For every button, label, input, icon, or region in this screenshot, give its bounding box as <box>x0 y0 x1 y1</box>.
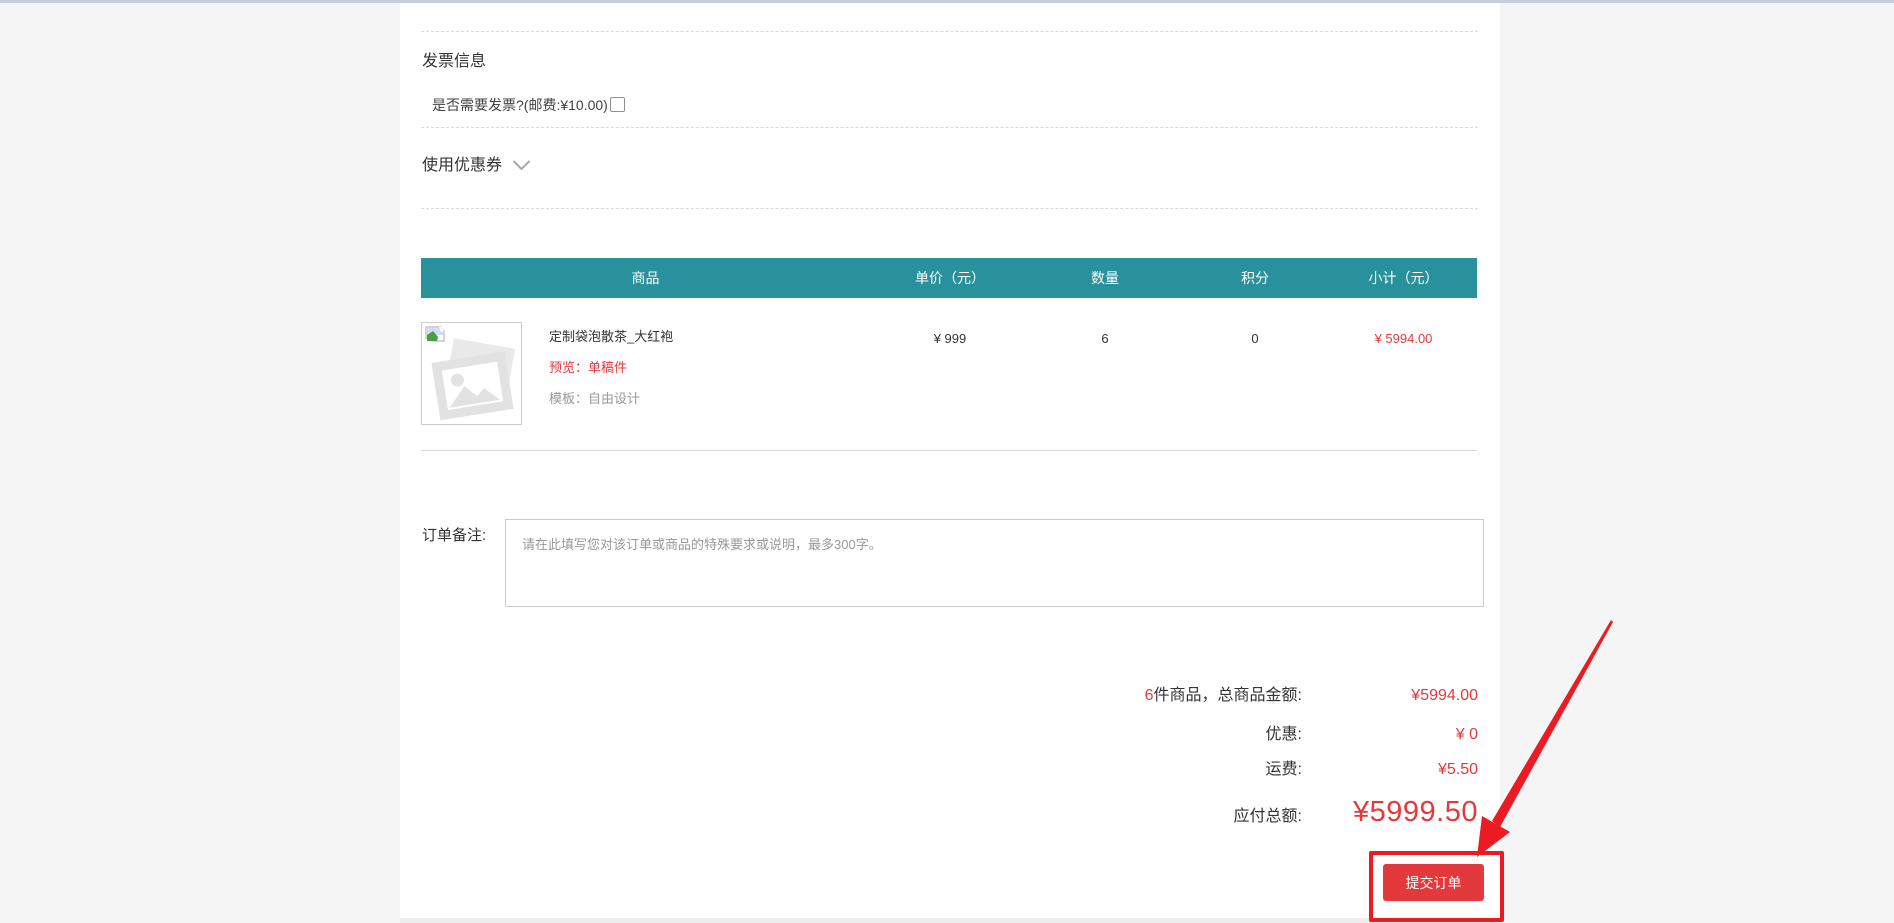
content-bottom-strip <box>400 918 1500 923</box>
grand-total-value: ¥5999.50 <box>1302 796 1478 829</box>
goods-cell: 定制袋泡散茶_大红袍 预览：单稿件 模板：自由设计 <box>421 322 870 425</box>
chevron-down-icon <box>512 160 531 171</box>
photo-placeholder-icon <box>421 331 522 425</box>
preview-link[interactable]: 预览：单稿件 <box>549 357 673 376</box>
subtotal-cell: ¥ 5994.00 <box>1330 322 1477 346</box>
summary-discount-label: 优惠: <box>1266 720 1302 744</box>
summary-grand-total-row: 应付总额: ¥5999.50 <box>1234 796 1478 829</box>
summary-shipping-row: 运费: ¥5.50 <box>1266 755 1478 779</box>
summary-items-total-value: ¥5994.00 <box>1302 687 1478 705</box>
summary-shipping-label: 运费: <box>1266 755 1302 779</box>
item-count: 6 <box>1145 687 1154 704</box>
grand-total-label: 应付总额: <box>1234 802 1302 826</box>
unit-price-cell: ¥ 999 <box>870 322 1030 346</box>
invoice-checkbox[interactable] <box>610 97 625 112</box>
invoice-question: 是否需要发票?(邮费:¥10.00) <box>432 95 625 115</box>
item-count-suffix: 件商品，总商品金额: <box>1154 687 1302 704</box>
summary-shipping-value: ¥5.50 <box>1302 761 1478 779</box>
product-name: 定制袋泡散茶_大红袍 <box>549 326 673 345</box>
summary-discount-row: 优惠: ¥ 0 <box>1266 720 1478 744</box>
summary-items-total-row: 6件商品，总商品金额: ¥5994.00 <box>1145 681 1478 705</box>
quantity-cell: 6 <box>1030 322 1180 346</box>
divider <box>421 127 1478 128</box>
column-header-goods: 商品 <box>421 268 870 288</box>
invoice-question-label: 是否需要发票?(邮费:¥10.00) <box>432 97 608 113</box>
column-header-points: 积分 <box>1180 268 1330 288</box>
points-cell: 0 <box>1180 322 1330 346</box>
divider <box>421 450 1477 451</box>
order-table-header: 商品 单价（元） 数量 积分 小计（元） <box>421 258 1477 298</box>
column-header-subtotal: 小计（元） <box>1330 268 1477 288</box>
column-header-quantity: 数量 <box>1030 268 1180 288</box>
checkout-panel: 发票信息 是否需要发票?(邮费:¥10.00) 使用优惠券 商品 单价（元） 数… <box>400 3 1500 918</box>
divider <box>421 31 1478 32</box>
goods-info: 定制袋泡散茶_大红袍 预览：单稿件 模板：自由设计 <box>549 322 673 425</box>
product-thumbnail <box>421 322 522 425</box>
table-row: 定制袋泡散茶_大红袍 预览：单稿件 模板：自由设计 ¥ 999 6 0 ¥ 59… <box>421 322 1477 425</box>
summary-discount-value: ¥ 0 <box>1302 726 1478 744</box>
summary-items-total-label: 6件商品，总商品金额: <box>1145 681 1302 705</box>
submit-order-button[interactable]: 提交订单 <box>1383 864 1484 901</box>
invoice-section-title: 发票信息 <box>422 47 486 71</box>
divider <box>421 208 1478 209</box>
remark-label: 订单备注: <box>422 524 486 545</box>
template-label: 模板：自由设计 <box>549 388 673 407</box>
coupon-toggle-label: 使用优惠券 <box>422 157 502 174</box>
remark-textarea[interactable] <box>505 519 1484 607</box>
column-header-price: 单价（元） <box>870 268 1030 288</box>
coupon-toggle[interactable]: 使用优惠券 <box>422 151 531 175</box>
